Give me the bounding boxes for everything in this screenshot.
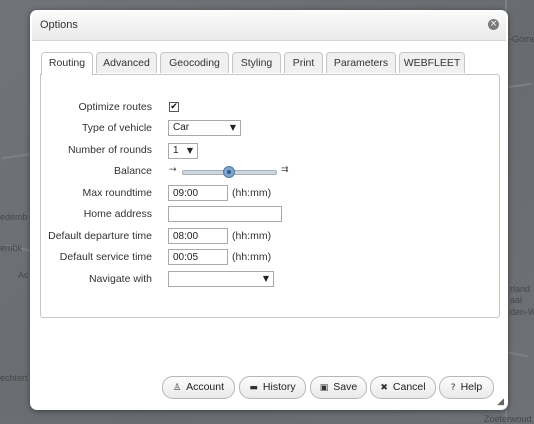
vehicle-type-value: Car (173, 122, 190, 133)
navigate-with-label: Navigate with (88, 273, 152, 285)
max-roundtime-input[interactable] (168, 185, 228, 201)
cancel-button[interactable]: ✖ Cancel (370, 376, 436, 399)
help-button[interactable]: ? Help (439, 376, 494, 399)
dialog-title: Options (40, 19, 78, 31)
vehicle-type-label: Type of vehicle (81, 122, 152, 134)
history-button-label: History (262, 381, 296, 393)
optimize-routes-label: Optimize routes (78, 101, 152, 113)
tab-geocoding[interactable]: Geocoding (160, 52, 229, 73)
help-button-label: Help (460, 381, 483, 393)
service-time-input[interactable] (168, 249, 228, 265)
map-label: Ac (18, 270, 29, 280)
map-label: edemb (0, 212, 28, 222)
resize-handle-icon[interactable]: ◢ (497, 397, 504, 407)
folder-icon: ▬ (249, 383, 258, 393)
map-label: embk (0, 243, 23, 253)
distance-icon: ⇉ (281, 165, 289, 175)
navigate-with-select[interactable]: ▼ (168, 271, 274, 287)
chevron-down-icon: ▼ (262, 274, 269, 283)
save-button[interactable]: ▣ Save (310, 376, 367, 399)
service-time-label: Default service time (59, 251, 152, 263)
map-label: echtert (0, 373, 28, 383)
tab-parameters[interactable]: Parameters (326, 52, 396, 73)
home-address-label: Home address (83, 208, 152, 220)
save-button-label: Save (333, 381, 358, 393)
tab-styling[interactable]: Styling (232, 52, 281, 73)
map-label: Zoeterwoud (484, 414, 532, 424)
rounds-select[interactable]: 1 ▼ (168, 143, 198, 159)
max-roundtime-label: Max roundtime (82, 187, 152, 199)
account-button[interactable]: ♙ Account (162, 376, 235, 399)
account-button-label: Account (186, 381, 225, 393)
departure-time-label: Default departure time (48, 230, 152, 242)
departure-time-unit: (hh:mm) (232, 230, 272, 242)
cross-icon: ✖ (380, 383, 388, 393)
chevron-down-icon: ▼ (229, 123, 236, 132)
history-button[interactable]: ▬ History (239, 376, 306, 399)
balance-slider-handle[interactable] (222, 166, 235, 178)
home-address-input[interactable] (168, 206, 282, 222)
rounds-label: Number of rounds (67, 144, 152, 156)
map-label: rland (510, 284, 531, 294)
vehicle-type-select[interactable]: Car ▼ (168, 120, 241, 136)
tab-advanced[interactable]: Advanced (96, 52, 157, 73)
rounds-value: 1 (173, 145, 179, 156)
service-time-unit: (hh:mm) (232, 251, 272, 263)
speed-icon: → (169, 165, 177, 175)
tab-print[interactable]: Print (284, 52, 323, 73)
question-icon: ? (450, 383, 456, 393)
departure-time-input[interactable] (168, 228, 228, 244)
close-icon[interactable]: × (488, 19, 499, 30)
save-icon: ▣ (319, 383, 329, 393)
map-label: den-Wi (510, 307, 534, 317)
tab-routing[interactable]: Routing (41, 52, 93, 75)
options-dialog: Options × Routing Advanced Geocoding Sty… (30, 10, 508, 410)
person-icon: ♙ (172, 383, 182, 393)
dialog-titlebar[interactable]: Options × (32, 12, 506, 41)
balance-label: Balance (114, 165, 152, 177)
max-roundtime-unit: (hh:mm) (232, 187, 272, 199)
tab-webfleet[interactable]: WEBFLEET (399, 52, 465, 73)
routing-panel: Optimize routes ✔ Type of vehicle Car ▼ … (40, 74, 500, 318)
map-label: aal (510, 295, 523, 305)
cancel-button-label: Cancel (392, 381, 426, 393)
chevron-down-icon: ▼ (186, 146, 193, 155)
map-label: -Gome (509, 34, 534, 44)
optimize-routes-checkbox[interactable]: ✔ (169, 102, 179, 112)
